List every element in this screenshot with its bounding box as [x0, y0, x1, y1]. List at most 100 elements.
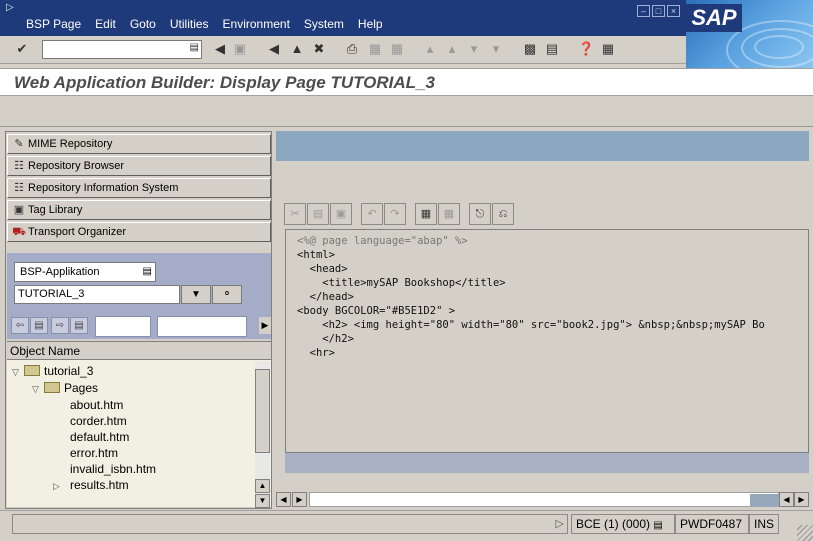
scroll-right-icon[interactable]: ▶	[292, 492, 307, 507]
find-next-icon[interactable]: ▦	[438, 203, 460, 225]
new-session-icon[interactable]: ▩	[522, 41, 538, 57]
menu-help[interactable]: Help	[358, 17, 383, 31]
repository-info-system-icon: ☷	[14, 182, 24, 194]
server-field: PWDF0487	[675, 514, 749, 534]
shortcut-icon[interactable]: ▤	[544, 41, 560, 57]
tag-library-button[interactable]: ▣ Tag Library	[7, 200, 271, 220]
repository-browser-button[interactable]: ☷ Repository Browser	[7, 156, 271, 176]
scroll-up-icon[interactable]: ▲	[255, 479, 270, 493]
tree-page-item[interactable]: corder.htm	[70, 413, 127, 429]
display-object-button[interactable]: ⚬	[212, 285, 242, 304]
nav-field-2[interactable]	[157, 316, 247, 337]
repository-info-system-button[interactable]: ☷ Repository Information System	[7, 178, 271, 198]
maximize-icon[interactable]: □	[652, 5, 665, 17]
collapse-icon[interactable]: ◀	[212, 41, 228, 57]
find-next-icon[interactable]: ▦	[389, 41, 405, 57]
tree-page-item[interactable]: error.htm	[70, 445, 118, 461]
minimize-icon[interactable]: –	[637, 5, 650, 17]
collapse-arrow-icon[interactable]: ▽	[32, 381, 44, 397]
code-line: </head>	[297, 291, 354, 303]
scroll-left-icon[interactable]: ◀	[276, 492, 291, 507]
standard-toolbar: ✔ ▤ ◀ ▣ ◀ ▲ ✖ ⎙ ▦ ▦ ▴ ▴ ▾ ▾ ▩ ▤ ❓ ▦	[0, 36, 686, 64]
scroll-right-icon[interactable]: ▶	[259, 317, 271, 334]
last-page-icon[interactable]: ▾	[488, 41, 504, 57]
exit-icon[interactable]: ▲	[289, 41, 305, 57]
print-icon[interactable]: ⎙	[344, 41, 360, 57]
code-editor[interactable]: <%@ page language="abap" %> <html> <head…	[285, 229, 809, 453]
find-icon[interactable]: ▦	[367, 41, 383, 57]
tree-node-root[interactable]: ▽ tutorial_3	[12, 363, 93, 379]
undo-icon[interactable]: ↶	[361, 203, 383, 225]
scroll-left-icon[interactable]: ◀	[779, 492, 794, 507]
mime-repository-icon: ✎	[14, 138, 24, 150]
code-line: <html>	[297, 249, 335, 261]
cut-icon[interactable]: ✂	[284, 203, 306, 225]
menu-system[interactable]: System	[304, 17, 344, 31]
system-info-icon[interactable]: ▤	[653, 520, 662, 531]
tree-page-item[interactable]: invalid_isbn.htm	[70, 461, 156, 477]
sap-logo: SAP	[686, 0, 813, 68]
cancel-icon[interactable]: ✖	[311, 41, 327, 57]
system-menu-icon[interactable]: ▷	[6, 3, 18, 13]
nav-field-1[interactable]	[95, 316, 151, 337]
code-line: <title>mySAP Bookshop</title>	[297, 277, 506, 289]
upload-icon[interactable]: ⎋	[469, 203, 491, 225]
tree-page-item-results[interactable]: ▷ results.htm	[53, 477, 129, 493]
menu-bsp-page[interactable]: BSP Page	[26, 17, 81, 31]
code-line: </h2>	[297, 333, 354, 345]
first-page-icon[interactable]: ▴	[422, 41, 438, 57]
object-name-dropdown-button[interactable]: ▼	[181, 285, 211, 304]
paste-icon[interactable]: ▣	[330, 203, 352, 225]
next-object-icon[interactable]: ⇨	[51, 317, 69, 334]
repository-info-system-label: Repository Information System	[28, 182, 179, 194]
previous-object-icon[interactable]: ⇦	[11, 317, 29, 334]
redo-icon[interactable]: ↷	[384, 203, 406, 225]
collapse-arrow-icon[interactable]: ▽	[12, 364, 24, 380]
help-icon[interactable]: ❓	[578, 41, 594, 57]
transport-organizer-button[interactable]: ⛟ Transport Organizer	[7, 222, 271, 242]
scrollbar-thumb[interactable]	[255, 369, 270, 453]
find-icon[interactable]: ▦	[415, 203, 437, 225]
previous-page-icon[interactable]: ▴	[444, 41, 460, 57]
resize-grip-icon[interactable]	[797, 525, 813, 541]
object-type-dropdown-icon[interactable]: ▤	[143, 263, 152, 281]
next-list-icon[interactable]: ▤	[70, 317, 88, 334]
status-bar: ▷ BCE (1) (000) ▤ PWDF0487 INS	[0, 510, 813, 541]
command-history-icon[interactable]: ▤	[190, 42, 199, 53]
object-type-select[interactable]: BSP-Applikation ▤	[14, 262, 156, 282]
expand-arrow-icon[interactable]: ▷	[53, 478, 65, 494]
previous-list-icon[interactable]: ▤	[30, 317, 48, 334]
main-menu: BSP Page Edit Goto Utilities Environment…	[26, 17, 383, 31]
status-expand-icon[interactable]: ▷	[556, 517, 564, 530]
editor-footer-strip	[285, 453, 809, 473]
scroll-right-icon[interactable]: ▶	[794, 492, 809, 507]
mime-repository-button[interactable]: ✎ MIME Repository	[7, 134, 271, 154]
enter-icon[interactable]: ✔	[14, 41, 30, 57]
menu-utilities[interactable]: Utilities	[170, 17, 209, 31]
editor-horizontal-scrollbar[interactable]: ◀ ▶ ◀ ▶	[276, 492, 809, 507]
object-name-input[interactable]: TUTORIAL_3	[14, 285, 180, 304]
folder-icon	[24, 365, 40, 376]
tree-vertical-scrollbar[interactable]: ▲ ▼	[255, 361, 270, 508]
menu-goto[interactable]: Goto	[130, 17, 156, 31]
tree-page-item[interactable]: about.htm	[70, 397, 123, 413]
tree-node-pages[interactable]: ▽ Pages	[32, 380, 98, 396]
menu-edit[interactable]: Edit	[95, 17, 116, 31]
repository-browser-icon: ☷	[14, 160, 24, 172]
next-page-icon[interactable]: ▾	[466, 41, 482, 57]
save-icon[interactable]: ▣	[232, 41, 248, 57]
layout-menu-icon[interactable]: ▦	[600, 41, 616, 57]
copy-icon[interactable]: ▤	[307, 203, 329, 225]
system-info-field[interactable]: BCE (1) (000) ▤	[571, 514, 675, 534]
transport-organizer-icon: ⛟	[12, 226, 26, 238]
close-icon[interactable]: ×	[667, 5, 680, 17]
scrollbar-track[interactable]	[309, 492, 805, 507]
tree-page-item[interactable]: default.htm	[70, 429, 129, 445]
command-field[interactable]: ▤	[42, 40, 202, 59]
scroll-down-icon[interactable]: ▼	[255, 494, 270, 508]
menu-environment[interactable]: Environment	[223, 17, 290, 31]
insert-mode-field[interactable]: INS	[749, 514, 779, 534]
tree-node-pages-label: Pages	[64, 381, 99, 395]
back-icon[interactable]: ◀	[266, 41, 282, 57]
download-icon[interactable]: ⎌	[492, 203, 514, 225]
